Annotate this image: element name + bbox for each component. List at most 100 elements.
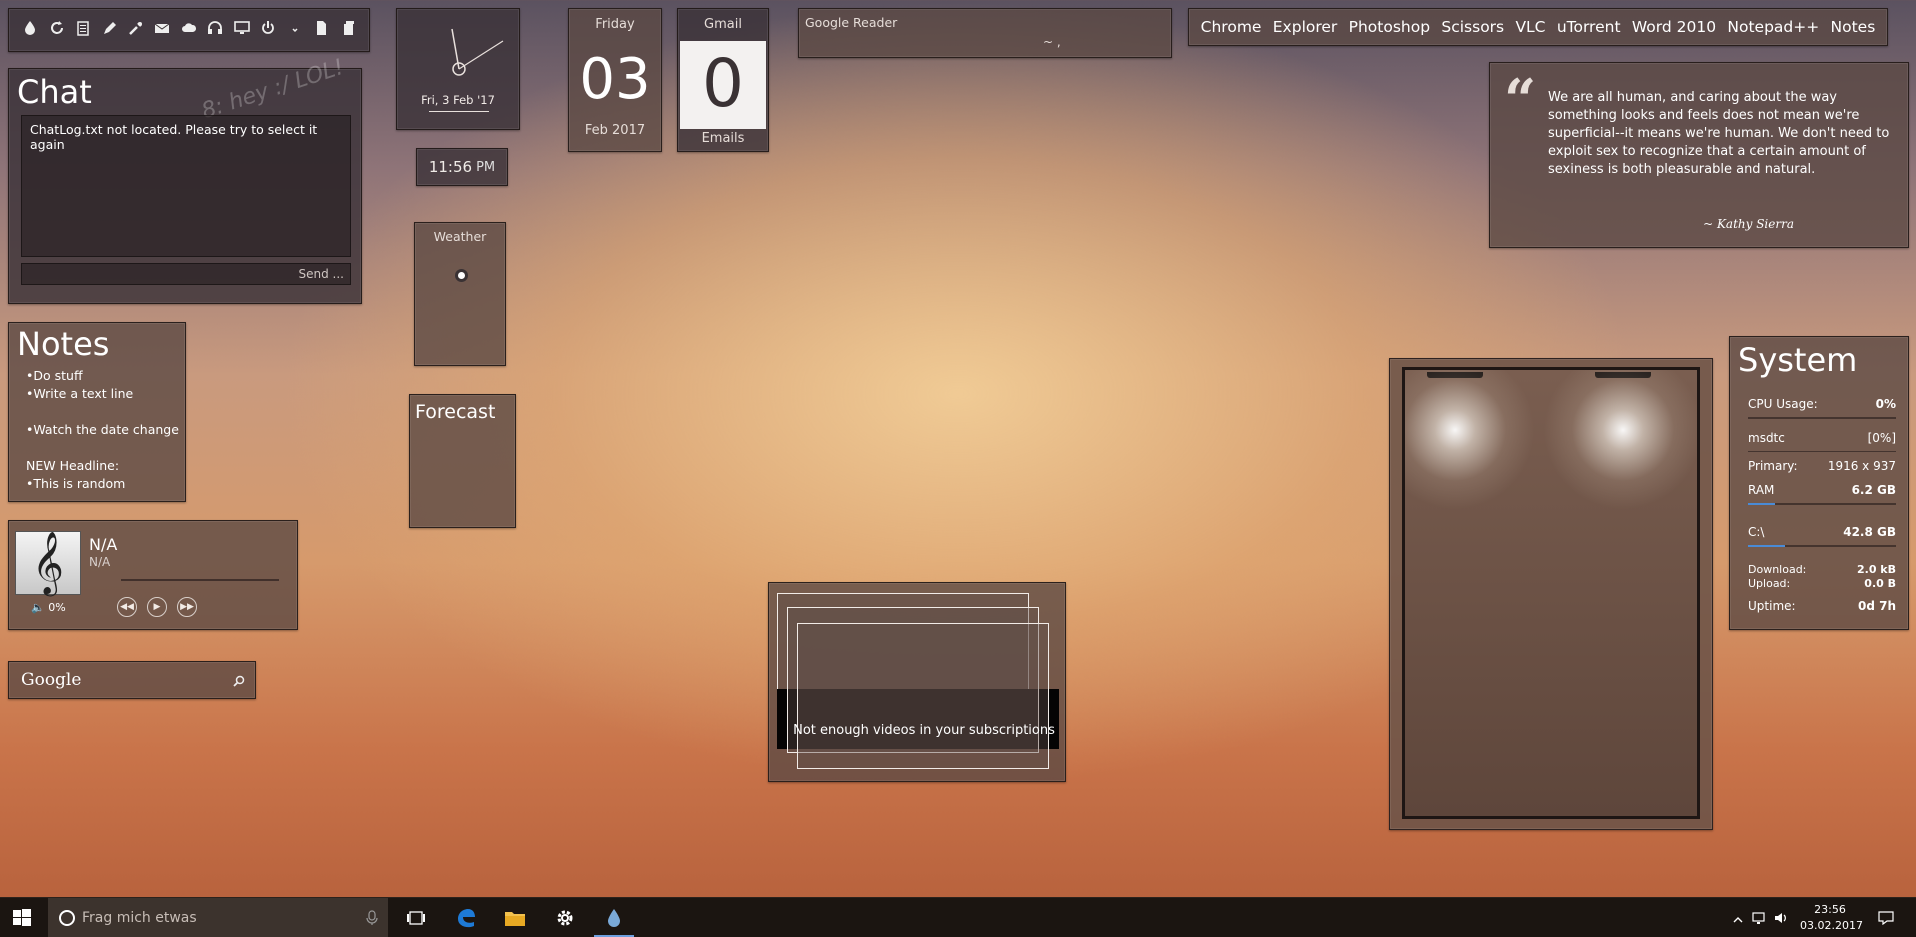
windows-start-icon[interactable] xyxy=(12,908,32,932)
taskbar: Frag mich etwas 23:56 03.02.2017 xyxy=(0,897,1916,937)
app-launcher: Chrome Explorer Photoshop Scissors VLC u… xyxy=(1188,8,1888,46)
settings-gear-icon[interactable] xyxy=(553,906,577,930)
launcher-item-notepadpp[interactable]: Notepad++ xyxy=(1727,18,1819,36)
action-center-icon[interactable] xyxy=(1878,910,1894,929)
edge-browser-icon[interactable] xyxy=(454,906,478,930)
pencil-icon[interactable] xyxy=(102,20,118,40)
cloud-icon[interactable] xyxy=(181,20,197,40)
weather-widget: Weather xyxy=(414,222,506,366)
upload-value: 0.0 B xyxy=(1864,577,1896,590)
chevron-up-icon[interactable] xyxy=(1732,910,1744,929)
disk-row: C:\ 42.8 GB xyxy=(1748,525,1896,539)
clock-face xyxy=(451,28,504,76)
launcher-item-notes[interactable]: Notes xyxy=(1831,18,1876,36)
date-widget: Friday 03 Feb 2017 xyxy=(568,8,662,152)
picture-frame-inner xyxy=(1402,367,1700,819)
launcher-item-word[interactable]: Word 2010 xyxy=(1632,18,1716,36)
cpu-value: 0% xyxy=(1875,397,1896,411)
refresh-icon[interactable] xyxy=(49,20,65,40)
google-reader-widget: Google Reader ~ , xyxy=(798,8,1172,58)
quote-author: ~ Kathy Sierra xyxy=(1703,217,1794,231)
next-button[interactable]: ▶▶ xyxy=(177,597,197,617)
volume-icon[interactable] xyxy=(1774,910,1790,929)
primary-value: 1916 x 937 xyxy=(1827,459,1896,473)
task-view-icon[interactable] xyxy=(404,906,428,930)
note-line: •Watch the date change xyxy=(26,422,179,437)
disk-bar-fill xyxy=(1748,545,1785,547)
chevron-down-icon[interactable] xyxy=(287,20,303,40)
process-label: msdtc xyxy=(1748,431,1785,445)
headphones-icon[interactable] xyxy=(207,20,223,40)
track-progress[interactable] xyxy=(121,579,279,581)
download-label: Download: xyxy=(1748,563,1807,576)
cpu-label: CPU Usage: xyxy=(1748,397,1818,411)
video-frame xyxy=(797,623,1049,769)
taskbar-clock[interactable]: 23:56 03.02.2017 xyxy=(1800,902,1863,934)
quote-widget: “ We are all human, and caring about the… xyxy=(1489,62,1909,248)
launcher-item-chrome[interactable]: Chrome xyxy=(1201,18,1262,36)
search-icon[interactable] xyxy=(233,672,245,691)
copy-icon[interactable] xyxy=(340,20,356,40)
time-value: 11:56 xyxy=(428,158,473,176)
forecast-widget: Forecast xyxy=(409,394,516,528)
clipboard-icon[interactable] xyxy=(75,20,91,40)
digital-time: 11:56 PM xyxy=(416,148,508,186)
weather-label: Weather xyxy=(433,229,487,244)
google-search-box[interactable]: Google xyxy=(8,661,256,699)
disk-bar xyxy=(1748,545,1896,547)
cortana-search[interactable]: Frag mich etwas xyxy=(48,898,388,937)
reader-content: ~ , xyxy=(1043,35,1061,49)
download-value: 2.0 kB xyxy=(1856,563,1896,576)
divider xyxy=(1748,451,1896,452)
weekday: Friday xyxy=(595,17,635,32)
network-icon[interactable] xyxy=(1752,910,1768,929)
system-title: System xyxy=(1738,341,1858,379)
volume-control[interactable]: 🔈 0% xyxy=(31,601,66,614)
drop-icon[interactable] xyxy=(22,20,38,40)
rainmeter-drop-icon[interactable] xyxy=(602,906,626,930)
launcher-item-photoshop[interactable]: Photoshop xyxy=(1349,18,1430,36)
chat-title: Chat xyxy=(17,73,92,111)
day-number: 03 xyxy=(579,47,651,112)
eyedropper-icon[interactable] xyxy=(128,20,144,40)
ram-row: RAM 6.2 GB xyxy=(1748,483,1896,497)
email-icon[interactable] xyxy=(154,20,170,40)
time-ampm: PM xyxy=(476,159,496,175)
process-value: [0%] xyxy=(1867,431,1896,445)
download-row: Download: 2.0 kB xyxy=(1748,563,1896,576)
monitor-icon[interactable] xyxy=(234,20,250,40)
play-button[interactable]: ▶ xyxy=(147,597,167,617)
clock-underline xyxy=(429,111,489,112)
launcher-item-scissors[interactable]: Scissors xyxy=(1441,18,1504,36)
system-monitor: System CPU Usage: 0% msdtc [0%] Primary: 19… xyxy=(1729,336,1909,630)
notes-list[interactable]: •Do stuff •Write a text line •Watch the … xyxy=(26,367,179,493)
file-explorer-icon[interactable] xyxy=(503,906,527,930)
album-art: 𝄞 xyxy=(15,531,81,595)
upload-label: Upload: xyxy=(1748,577,1791,590)
primary-label: Primary: xyxy=(1748,459,1798,473)
fast-forward-icon: ▶▶ xyxy=(180,602,194,612)
cpu-row: CPU Usage: 0% xyxy=(1748,397,1896,411)
launcher-item-vlc[interactable]: VLC xyxy=(1515,18,1545,36)
chat-send-button[interactable]: Send ... xyxy=(21,263,351,285)
power-icon[interactable] xyxy=(260,20,276,40)
volume-value: 0% xyxy=(48,601,66,614)
note-line: •Do stuff xyxy=(26,368,83,383)
video-subscriptions-widget: Not enough videos in your subscriptions xyxy=(768,582,1066,782)
file-icon[interactable] xyxy=(313,20,329,40)
launcher-item-explorer[interactable]: Explorer xyxy=(1273,18,1338,36)
previous-button[interactable]: ◀◀ xyxy=(117,597,137,617)
track-artist: N/A xyxy=(89,555,111,569)
microphone-icon[interactable] xyxy=(366,910,378,930)
upload-row: Upload: 0.0 B xyxy=(1748,577,1896,590)
chat-graffiti: 8: hey :/ LOL! xyxy=(199,54,348,125)
note-line: •Write a text line xyxy=(26,386,134,401)
disk-value: 42.8 GB xyxy=(1843,525,1896,539)
launcher-item-utorrent[interactable]: uTorrent xyxy=(1557,18,1621,36)
chat-log: ChatLog.txt not located. Please try to s… xyxy=(21,115,351,257)
gmail-widget[interactable]: Gmail 0 Emails xyxy=(677,8,769,152)
play-icon: ▶ xyxy=(153,602,161,612)
spotlight-glow xyxy=(1405,370,1535,510)
reader-label: Google Reader xyxy=(805,15,898,30)
process-row: msdtc [0%] xyxy=(1748,431,1896,445)
